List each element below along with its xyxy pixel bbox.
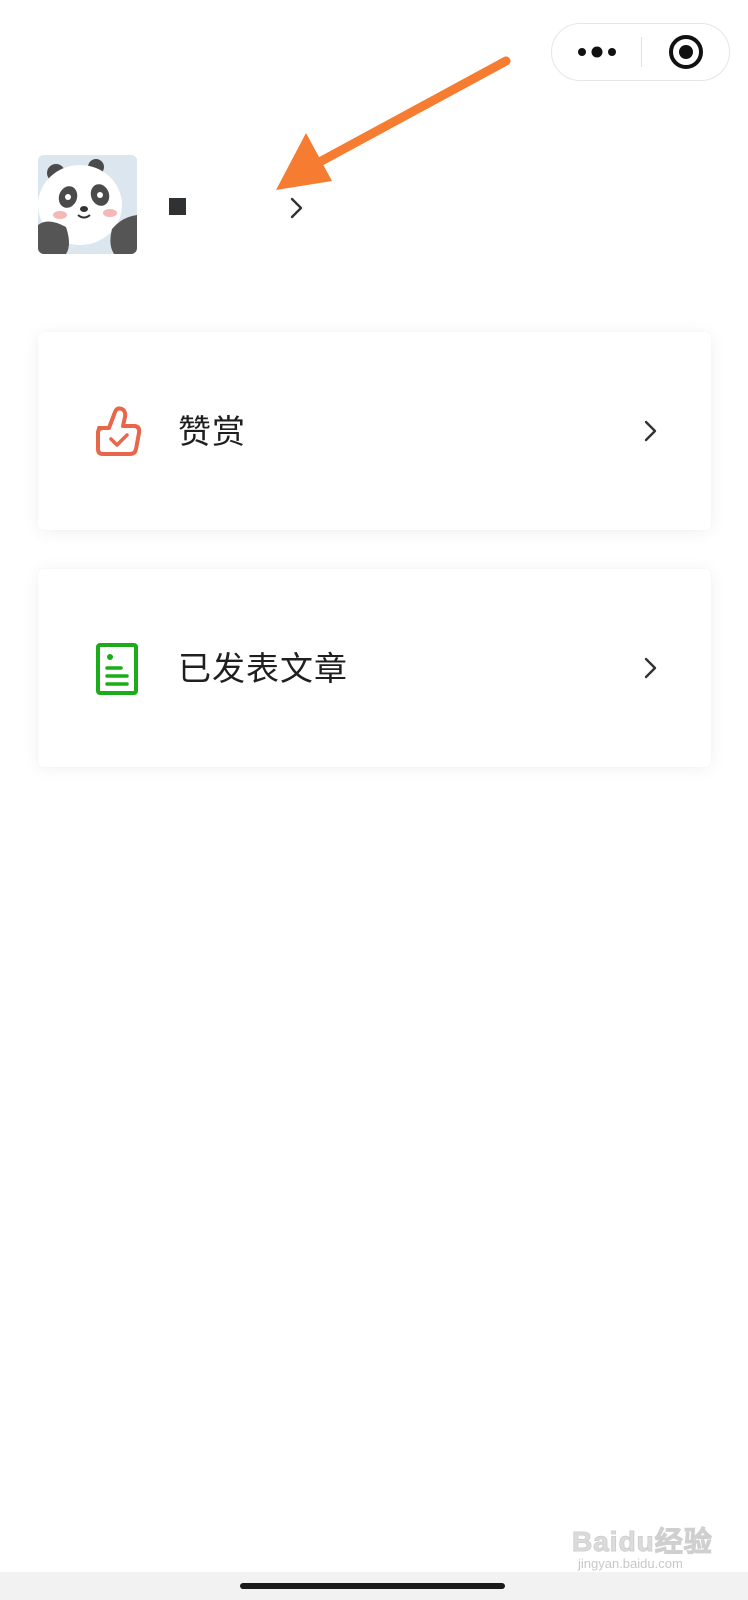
- thumbs-up-icon: [96, 406, 142, 456]
- more-button[interactable]: [552, 24, 641, 80]
- published-articles-label: 已发表文章: [178, 649, 348, 688]
- redacted-nickname-mark: [169, 198, 186, 215]
- chevron-right-icon: [644, 657, 657, 679]
- watermark-logo: Baidu经验: [572, 1526, 713, 1558]
- annotation-arrow-icon: [276, 56, 511, 190]
- avatar[interactable]: [38, 155, 137, 254]
- chevron-right-icon: [644, 420, 657, 442]
- document-icon: [96, 643, 138, 695]
- more-dots-icon: [577, 46, 616, 58]
- target-close-icon: [669, 35, 703, 69]
- watermark-url: jingyan.baidu.com: [578, 1556, 683, 1571]
- menu-item-published-articles[interactable]: 已发表文章: [38, 569, 711, 767]
- panda-avatar-image: [38, 155, 137, 254]
- reward-label: 赞赏: [178, 412, 246, 451]
- home-indicator[interactable]: [240, 1583, 505, 1589]
- nickname[interactable]: [162, 192, 282, 232]
- page: 赞赏 已发表文章 Baidu经验 jingyan.baidu.com: [0, 0, 748, 1600]
- close-button[interactable]: [642, 24, 730, 80]
- baidu-jingyan-watermark: Baidu经验 jingyan.baidu.com: [572, 1520, 742, 1580]
- capsule-menu: [551, 23, 730, 81]
- menu-item-reward[interactable]: 赞赏: [38, 332, 711, 530]
